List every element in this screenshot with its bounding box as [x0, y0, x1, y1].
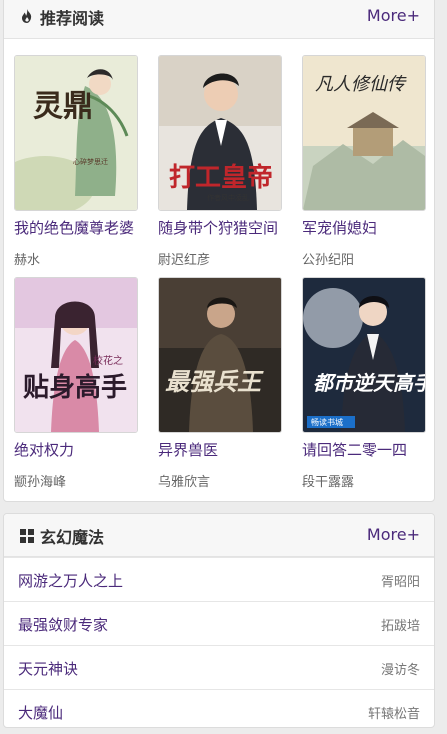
list-item-author: 胥昭阳	[380, 575, 420, 590]
book-cover[interactable]: 贴身高手 校花之	[14, 277, 138, 433]
cover-title-text: 灵鼎	[33, 89, 93, 124]
list-item-author: 漫访冬	[380, 663, 420, 678]
book-title[interactable]: 异界兽医	[158, 439, 290, 460]
book-title[interactable]: 我的绝色魔尊老婆	[14, 217, 146, 238]
book-author: 公孙纪阳	[302, 253, 355, 268]
cover-title-text: 凡人修仙传	[315, 74, 407, 95]
cover-title-text: 贴身高手	[23, 372, 127, 403]
grid-icon	[20, 529, 34, 543]
list-item-author: 拓跋培	[380, 619, 420, 634]
book-author: 段干露露	[302, 475, 355, 490]
book-cover[interactable]: 凡人修仙传	[302, 55, 426, 211]
book-cover-image: 贴身高手 校花之	[15, 278, 137, 432]
fantasy-more-link[interactable]: More+	[367, 525, 420, 544]
cover-title-text: 最强兵王	[165, 368, 264, 396]
list-item-title[interactable]: 天元神诀	[18, 658, 78, 679]
cover-sub-text: 校花之	[93, 354, 123, 367]
book-author: 赫水	[14, 253, 41, 268]
cover-sub-text: 心碎梦思迁	[73, 157, 108, 166]
book-title[interactable]: 军宠俏媳妇	[302, 217, 434, 238]
book-cover-image: 都市逆天高手 畅读书城	[303, 278, 425, 432]
recommend-title: 推荐阅读	[40, 9, 105, 28]
book-cover-image: 打工皇帝 作者风中凌乱	[159, 56, 281, 210]
recommend-header: 推荐阅读 More+	[4, 0, 434, 39]
book-title[interactable]: 随身带个狩猎空间	[158, 217, 290, 238]
list-item-author: 轩辕松音	[367, 707, 420, 722]
list-item[interactable]: 天元神诀 漫访冬	[4, 645, 434, 690]
list-item[interactable]: 最强敛财专家 拓跋培	[4, 601, 434, 646]
cover-title-text: 打工皇帝	[169, 162, 273, 193]
flame-icon	[22, 9, 32, 23]
list-item-title[interactable]: 最强敛财专家	[18, 614, 108, 635]
fantasy-panel: 玄幻魔法 More+ 网游之万人之上 胥昭阳 最强敛财专家 拓跋培 天元神诀 漫…	[3, 513, 435, 728]
book-cover[interactable]: 最强兵王	[158, 277, 282, 433]
recommend-more-link[interactable]: More+	[367, 6, 420, 25]
book-cover-image: 凡人修仙传	[303, 56, 425, 210]
book-cover-image: 灵鼎 心碎梦思迁	[15, 56, 137, 210]
book-cover-image: 最强兵王	[159, 278, 281, 432]
book-title[interactable]: 绝对权力	[14, 439, 146, 460]
fantasy-header: 玄幻魔法 More+	[4, 514, 434, 557]
recommend-panel: 推荐阅读 More+ 灵鼎 心碎梦思迁 我的绝色魔尊老婆 赫水 打工皇帝 作者风…	[3, 0, 435, 502]
list-item-title[interactable]: 网游之万人之上	[18, 570, 123, 591]
list-item[interactable]: 网游之万人之上 胥昭阳	[4, 557, 434, 602]
cover-title-text: 都市逆天高手	[313, 371, 425, 395]
book-author: 颛孙海峰	[14, 475, 67, 490]
list-item-title[interactable]: 大魔仙	[18, 702, 63, 723]
book-cover[interactable]: 都市逆天高手 畅读书城	[302, 277, 426, 433]
book-author: 尉迟红彦	[158, 253, 211, 268]
book-cover[interactable]: 灵鼎 心碎梦思迁	[14, 55, 138, 211]
list-item[interactable]: 大魔仙 轩辕松音	[4, 689, 434, 734]
fantasy-title: 玄幻魔法	[40, 528, 105, 547]
cover-sub-text: 作者风中凌乱	[207, 193, 249, 202]
book-cover[interactable]: 打工皇帝 作者风中凌乱	[158, 55, 282, 211]
book-title[interactable]: 请回答二零一四	[302, 439, 434, 460]
book-author: 乌雅欣言	[158, 475, 211, 490]
cover-sub-text: 畅读书城	[311, 417, 343, 427]
